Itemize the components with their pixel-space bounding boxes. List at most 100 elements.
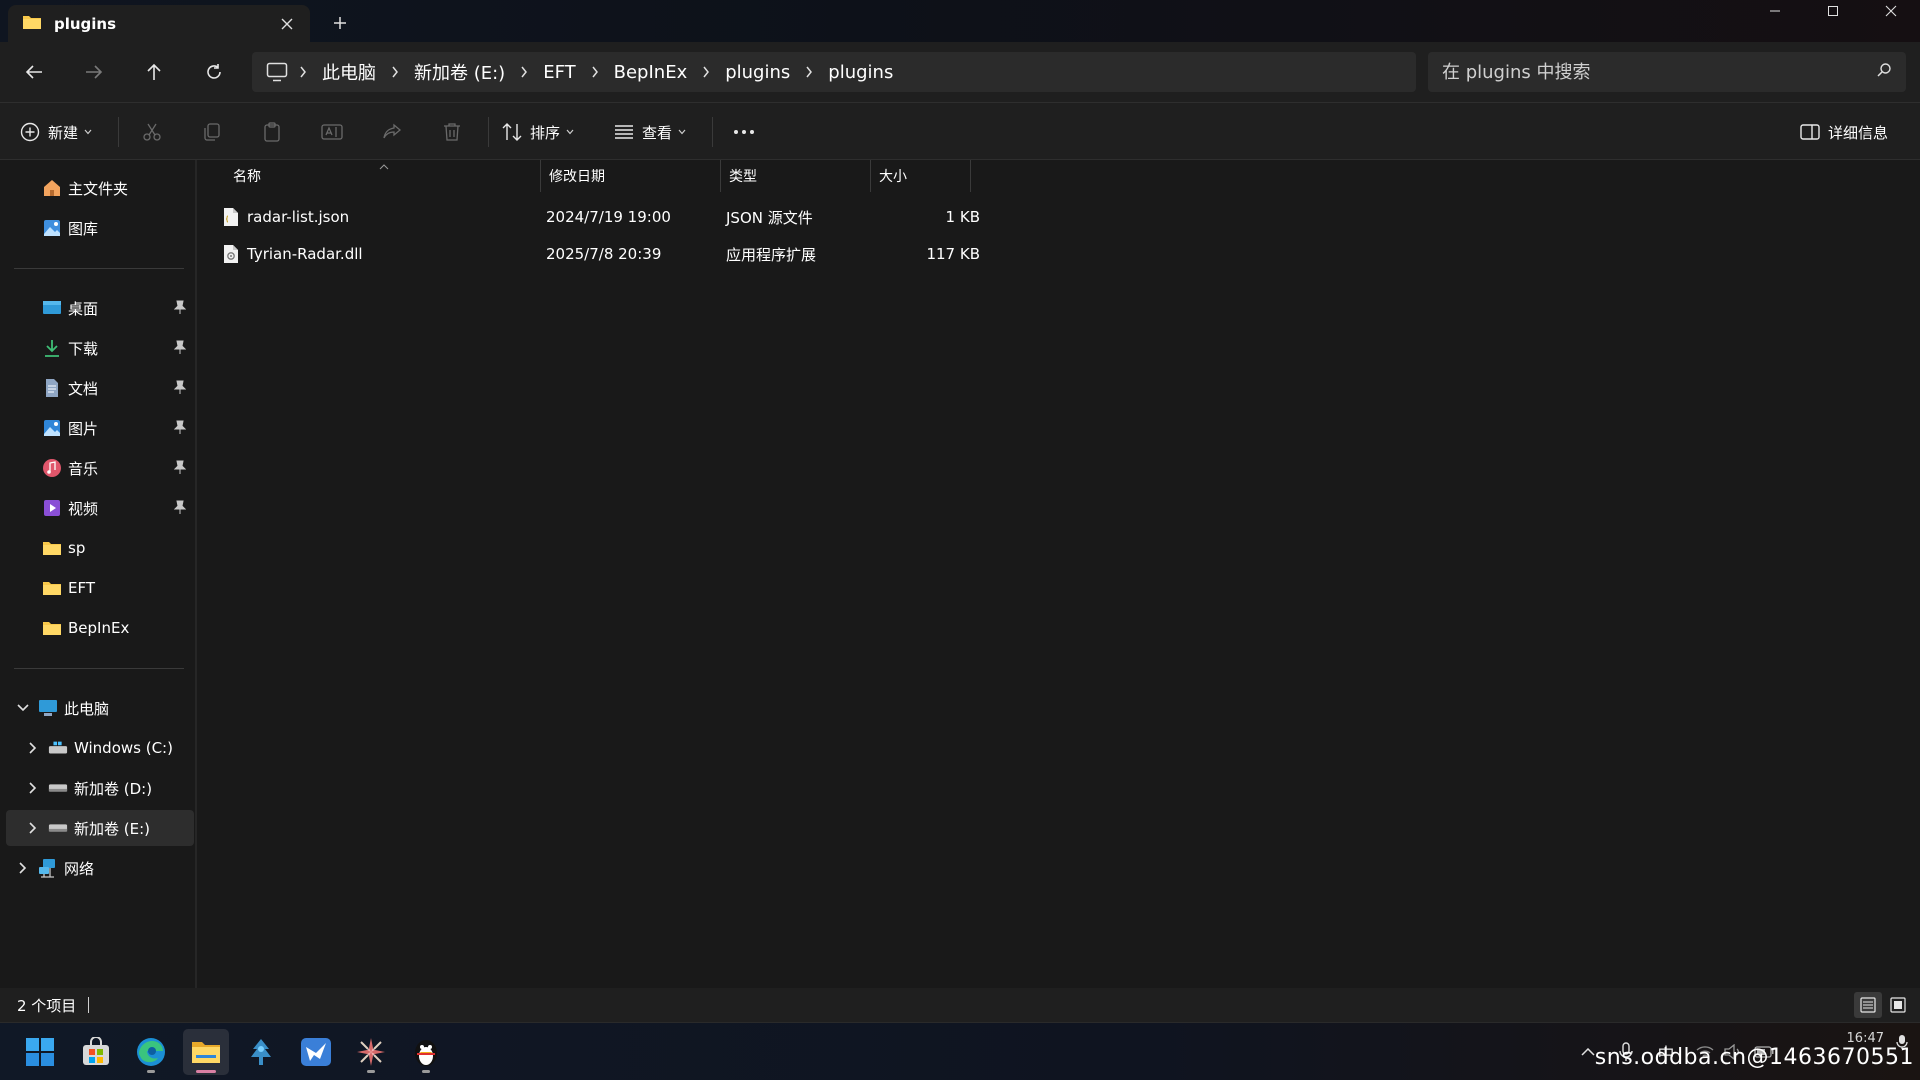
column-header-label: 名称 (233, 169, 261, 185)
file-name[interactable]: radar-list.json (247, 200, 349, 234)
column-header-date[interactable]: 修改日期 (541, 160, 721, 192)
delete-button[interactable] (432, 115, 472, 149)
chevron-right-icon[interactable] (699, 52, 713, 92)
tab-title: plugins (54, 14, 117, 33)
close-window-button[interactable] (1862, 0, 1920, 22)
chevron-right-icon[interactable] (588, 52, 602, 92)
large-icons-view-button[interactable] (1884, 992, 1912, 1018)
column-header-type[interactable]: 类型 (721, 160, 871, 192)
column-header-name[interactable]: 名称 (225, 160, 541, 192)
taskbar-store[interactable] (73, 1029, 119, 1075)
new-tab-button[interactable] (322, 8, 358, 38)
table-row[interactable]: Tyrian-Radar.dll 2025/7/8 20:39 应用程序扩展 1… (215, 237, 1167, 271)
breadcrumb-plugins[interactable]: plugins (713, 62, 802, 83)
sidebar-item-pictures[interactable]: 图片 (6, 410, 194, 446)
chevron-right-icon[interactable] (517, 52, 531, 92)
sidebar-item-drive-d[interactable]: 新加卷 (D:) (6, 770, 194, 806)
table-row[interactable]: radar-list.json 2024/7/19 19:00 JSON 源文件… (215, 200, 1167, 234)
breadcrumb-bepinex[interactable]: BepInEx (602, 62, 700, 83)
search-input[interactable] (1442, 61, 1876, 83)
pin-icon[interactable] (173, 420, 187, 438)
sidebar-item-desktop[interactable]: 桌面 (6, 290, 194, 326)
start-button[interactable] (17, 1029, 63, 1075)
refresh-button[interactable] (194, 54, 234, 90)
taskbar-edge[interactable] (128, 1029, 174, 1075)
tab-plugins[interactable]: plugins (8, 5, 310, 42)
sidebar-item-documents[interactable]: 文档 (6, 370, 194, 406)
pin-icon[interactable] (173, 340, 187, 358)
column-header-size[interactable]: 大小 (871, 160, 971, 192)
chevron-right-icon[interactable] (296, 52, 310, 92)
details-view-button[interactable] (1854, 992, 1882, 1018)
pin-icon[interactable] (173, 380, 187, 398)
paste-button[interactable] (252, 115, 292, 149)
more-options-button[interactable] (724, 115, 764, 149)
sort-icon (502, 123, 522, 141)
sidebar-item-label: 下载 (68, 339, 99, 358)
details-pane-button[interactable]: 详细信息 (1800, 115, 1900, 149)
taskbar-app-tree[interactable] (238, 1029, 284, 1075)
cut-button[interactable] (132, 115, 172, 149)
maximize-button[interactable] (1804, 0, 1862, 22)
sidebar-item-this-pc[interactable]: 此电脑 (6, 690, 194, 726)
address-bar[interactable]: 此电脑 新加卷 (E:) EFT BepInEx plugins plugins (252, 52, 1416, 92)
toolbar-divider (712, 117, 713, 147)
back-button[interactable] (14, 54, 54, 90)
chevron-right-icon[interactable] (388, 52, 402, 92)
search-icon[interactable] (1876, 62, 1892, 82)
pin-icon[interactable] (173, 300, 187, 318)
minimize-button[interactable] (1746, 0, 1804, 22)
rename-button[interactable] (312, 115, 352, 149)
sidebar-item-network[interactable]: 网络 (6, 850, 194, 886)
sidebar-item-drive-c[interactable]: Windows (C:) (6, 730, 194, 766)
sidebar-item-home[interactable]: 主文件夹 (6, 170, 194, 206)
taskbar-qq[interactable] (403, 1029, 449, 1075)
tab-close-button[interactable] (270, 9, 304, 39)
breadcrumb-eft[interactable]: EFT (531, 62, 587, 83)
taskbar-app-flower[interactable] (348, 1029, 394, 1075)
breadcrumb-drive-e[interactable]: 新加卷 (E:) (402, 59, 517, 85)
navigation-pane: 主文件夹 图库 桌面 下载 文档 图片 音乐 视频 sp EFT BepInEx… (0, 160, 197, 988)
sidebar-item-sp[interactable]: sp (6, 530, 194, 566)
refresh-icon (207, 64, 221, 79)
sidebar-item-downloads[interactable]: 下载 (6, 330, 194, 366)
chevron-up-icon (1581, 1048, 1595, 1056)
view-button[interactable]: 查看 (614, 115, 700, 149)
chevron-right-icon[interactable] (14, 859, 32, 877)
taskbar-app-bird[interactable] (293, 1029, 339, 1075)
chevron-right-icon[interactable] (24, 739, 42, 757)
chevron-right-icon[interactable] (802, 52, 816, 92)
pin-icon[interactable] (173, 460, 187, 478)
file-name[interactable]: Tyrian-Radar.dll (247, 237, 363, 271)
column-header-label: 大小 (879, 169, 907, 185)
copy-button[interactable] (192, 115, 232, 149)
toolbar-divider (488, 117, 489, 147)
sidebar-item-label: 此电脑 (64, 699, 110, 718)
pin-icon[interactable] (173, 500, 187, 518)
new-button[interactable]: 新建 (20, 115, 104, 149)
sort-button[interactable]: 排序 (502, 115, 588, 149)
share-button[interactable] (372, 115, 412, 149)
breadcrumb-this-pc[interactable]: 此电脑 (310, 59, 388, 85)
chevron-down-icon[interactable] (14, 699, 32, 717)
sidebar-item-bepinex[interactable]: BepInEx (6, 610, 194, 646)
system-clock[interactable]: 16:47 (1847, 1031, 1884, 1046)
sidebar-item-gallery[interactable]: 图库 (6, 210, 194, 246)
taskbar-file-explorer[interactable] (183, 1029, 229, 1075)
sidebar-item-drive-e[interactable]: 新加卷 (E:) (6, 810, 194, 846)
forward-button[interactable] (74, 54, 114, 90)
sidebar-item-videos[interactable]: 视频 (6, 490, 194, 526)
chevron-right-icon[interactable] (24, 779, 42, 797)
text-cursor (88, 997, 90, 1013)
chevron-right-icon[interactable] (24, 819, 42, 837)
sidebar-item-label: 主文件夹 (68, 179, 129, 198)
sidebar-item-label: EFT (68, 579, 96, 597)
up-button[interactable] (134, 54, 174, 90)
sidebar-item-music[interactable]: 音乐 (6, 450, 194, 486)
tiles-view-icon (1890, 997, 1906, 1013)
breadcrumb-plugins-current[interactable]: plugins (816, 62, 905, 83)
sidebar-item-eft[interactable]: EFT (6, 570, 194, 606)
computer-icon[interactable] (266, 62, 296, 82)
search-box[interactable] (1428, 52, 1906, 92)
chevron-down-icon (84, 129, 92, 135)
